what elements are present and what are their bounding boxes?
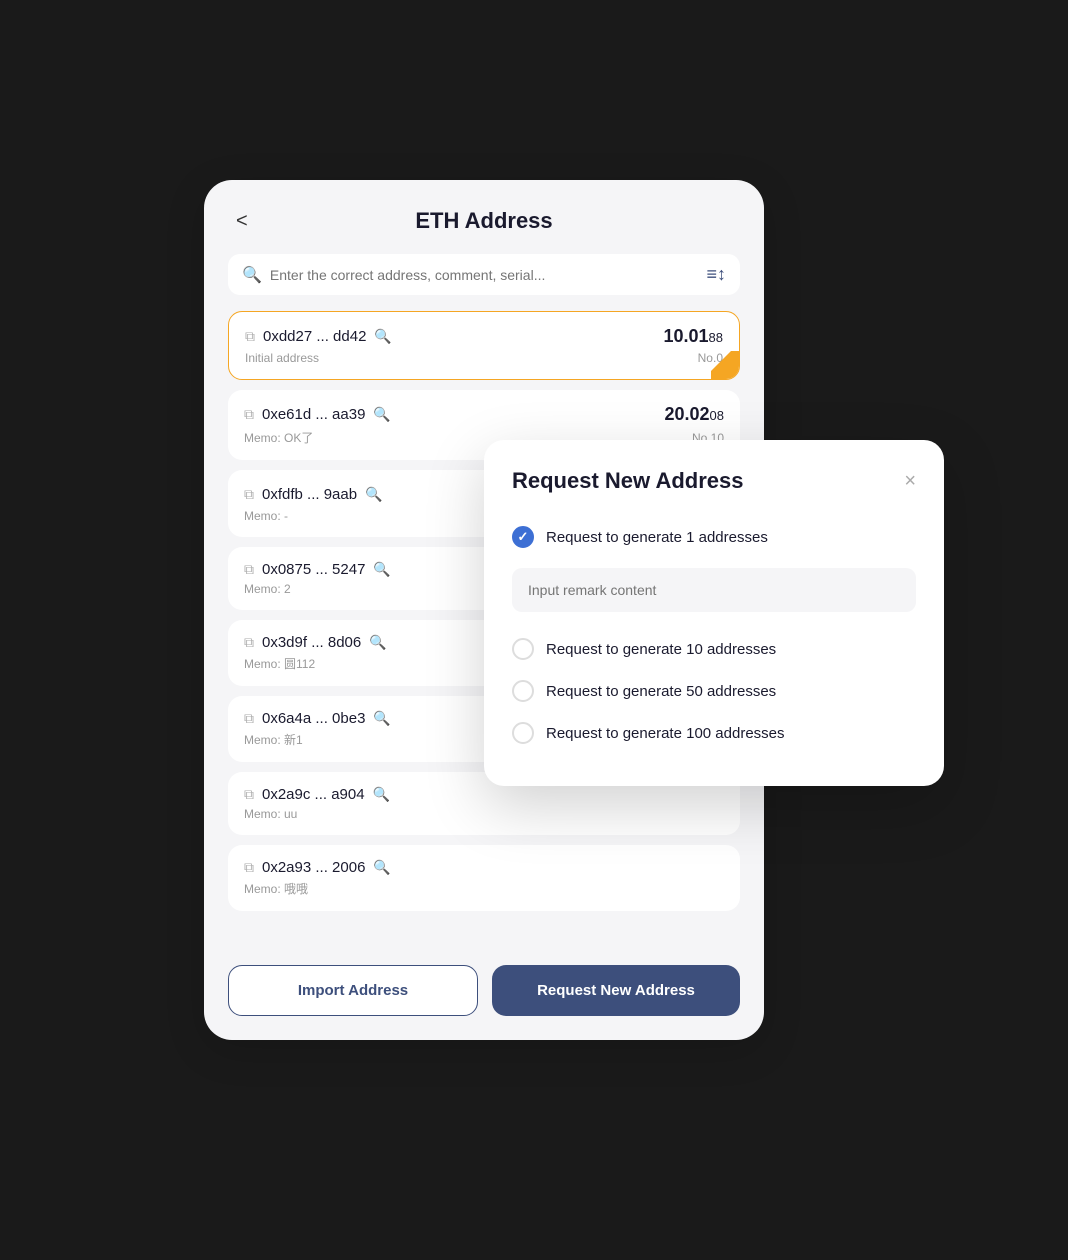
address-memo: Initial address [245,351,319,365]
address-card-bottom: Memo: 哦哦 [244,880,724,897]
radio-label: Request to generate 1 addresses [546,529,768,546]
amount-decimal: 08 [710,408,724,423]
bottom-buttons: Import Address Request New Address [228,965,740,1016]
address-text: 0xdd27 ... dd42 [263,328,366,345]
address-card[interactable]: ⧉ 0x2a93 ... 2006 🔍 Memo: 哦哦 [228,845,740,911]
address-memo: Memo: 新1 [244,731,303,748]
address-left: ⧉ 0x0875 ... 5247 🔍 [244,561,391,578]
request-address-modal: Request New Address × Request to generat… [484,440,944,786]
address-card-top: ⧉ 0xdd27 ... dd42 🔍 10.0188 [245,326,723,347]
radio-label: Request to generate 50 addresses [546,683,776,700]
search-icon: 🔍 [242,265,262,285]
page-title: ETH Address [415,208,552,234]
address-text: 0x3d9f ... 8d06 [262,634,361,651]
radio-option-4[interactable]: Request to generate 100 addresses [512,712,916,754]
address-left: ⧉ 0xe61d ... aa39 🔍 [244,406,391,423]
search-input[interactable] [270,267,699,283]
search-small-icon[interactable]: 🔍 [373,786,390,803]
modal-body: Request to generate 1 addresses Request … [512,516,916,754]
address-left: ⧉ 0xdd27 ... dd42 🔍 [245,328,392,345]
address-text: 0x6a4a ... 0be3 [262,710,365,727]
modal-header: Request New Address × [512,468,916,494]
radio-option-1[interactable]: Request to generate 1 addresses [512,516,916,558]
address-card-top: ⧉ 0x2a9c ... a904 🔍 [244,786,724,803]
address-memo: Memo: 圆112 [244,655,315,672]
address-text: 0x0875 ... 5247 [262,561,365,578]
address-text: 0x2a9c ... a904 [262,786,365,803]
copy-icon[interactable]: ⧉ [244,634,254,651]
radio-circle [512,526,534,548]
copy-icon[interactable]: ⧉ [244,786,254,803]
selected-badge [711,351,739,379]
copy-icon[interactable]: ⧉ [244,859,254,876]
radio-label: Request to generate 100 addresses [546,725,785,742]
address-text: 0xe61d ... aa39 [262,406,365,423]
address-card-bottom: Memo: uu [244,807,724,821]
amount-wrap: 20.0208 [664,404,724,425]
address-memo: Memo: - [244,509,288,523]
radio-option-2[interactable]: Request to generate 10 addresses [512,628,916,670]
address-left: ⧉ 0xfdfb ... 9aab 🔍 [244,486,383,503]
search-small-icon[interactable]: 🔍 [373,710,390,727]
remark-input[interactable] [512,568,916,612]
address-text: 0xfdfb ... 9aab [262,486,357,503]
address-left: ⧉ 0x6a4a ... 0be3 🔍 [244,710,391,727]
radio-circle [512,680,534,702]
address-memo: Memo: uu [244,807,297,821]
copy-icon[interactable]: ⧉ [244,406,254,423]
copy-icon[interactable]: ⧉ [244,710,254,727]
radio-circle [512,638,534,660]
amount-main: 10.01 [663,326,708,346]
copy-icon[interactable]: ⧉ [244,486,254,503]
radio-label: Request to generate 10 addresses [546,641,776,658]
search-small-icon[interactable]: 🔍 [373,406,390,423]
address-left: ⧉ 0x3d9f ... 8d06 🔍 [244,634,387,651]
address-left: ⧉ 0x2a93 ... 2006 🔍 [244,859,391,876]
address-card-top: ⧉ 0xe61d ... aa39 🔍 20.0208 [244,404,724,425]
search-small-icon[interactable]: 🔍 [369,634,386,651]
address-memo: Memo: OK了 [244,429,313,446]
address-card-bottom: Initial address No.0 [245,351,723,365]
amount-main: 20.02 [664,404,709,424]
address-left: ⧉ 0x2a9c ... a904 🔍 [244,786,390,803]
amount-wrap: 10.0188 [663,326,723,347]
header: < ETH Address [228,208,740,234]
copy-icon[interactable]: ⧉ [244,561,254,578]
modal-close-button[interactable]: × [904,471,916,491]
import-address-button[interactable]: Import Address [228,965,478,1016]
amount-decimal: 88 [709,330,723,345]
address-card-top: ⧉ 0x2a93 ... 2006 🔍 [244,859,724,876]
search-small-icon[interactable]: 🔍 [374,328,391,345]
address-memo: Memo: 2 [244,582,291,596]
radio-option-3[interactable]: Request to generate 50 addresses [512,670,916,712]
search-bar: 🔍 ≡↕ [228,254,740,295]
screen-container: < ETH Address 🔍 ≡↕ ⧉ 0xdd27 ... dd42 🔍 1… [204,180,864,1080]
radio-circle [512,722,534,744]
address-memo: Memo: 哦哦 [244,880,308,897]
address-card[interactable]: ⧉ 0xdd27 ... dd42 🔍 10.0188 Initial addr… [228,311,740,380]
search-small-icon[interactable]: 🔍 [365,486,382,503]
back-button[interactable]: < [228,206,256,237]
search-small-icon[interactable]: 🔍 [373,561,390,578]
request-new-address-button[interactable]: Request New Address [492,965,740,1016]
search-small-icon[interactable]: 🔍 [373,859,390,876]
modal-title: Request New Address [512,468,743,494]
copy-icon[interactable]: ⧉ [245,328,255,345]
filter-icon[interactable]: ≡↕ [706,264,726,285]
address-text: 0x2a93 ... 2006 [262,859,365,876]
